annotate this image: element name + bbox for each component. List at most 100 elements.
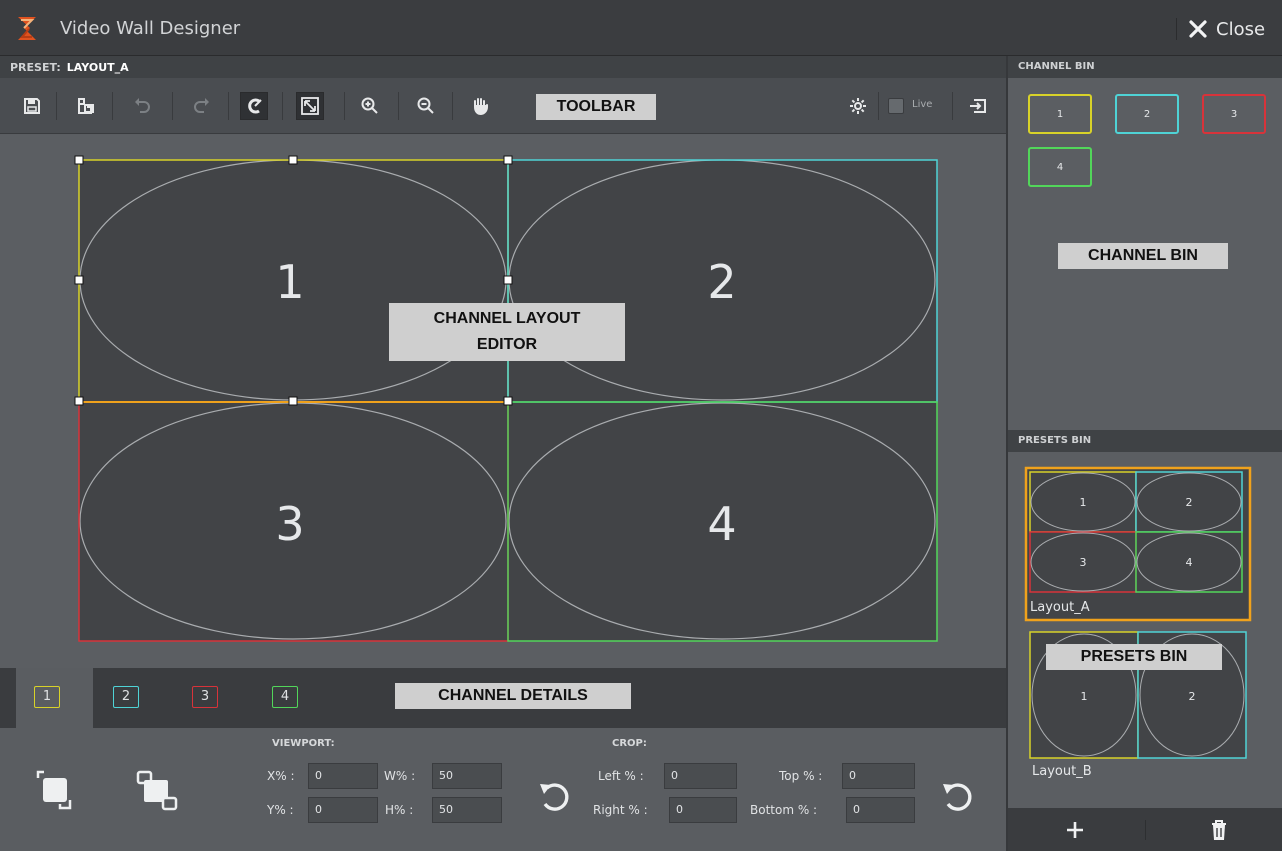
channel-bin-item-4[interactable]: 4 [1028, 147, 1092, 187]
w-label: W% : [384, 769, 416, 783]
resize-handle[interactable] [288, 396, 298, 406]
top-field[interactable]: 0 [842, 763, 915, 789]
right-field[interactable]: 0 [669, 797, 737, 823]
close-icon [1189, 20, 1207, 38]
fit-icon [301, 97, 319, 115]
channel-number-4: 4 [707, 497, 736, 551]
pan-icon [474, 98, 488, 116]
channel-bin-callout: CHANNEL BIN [1058, 243, 1228, 269]
toolbar-divider [172, 92, 173, 120]
editor-callout: CHANNEL LAYOUT EDITOR [389, 303, 625, 361]
y-field[interactable]: 0 [308, 797, 378, 823]
preset-b-cell-2: 2 [1189, 690, 1196, 703]
app-logo-icon [18, 17, 36, 40]
toolbar-divider [112, 92, 113, 120]
save-icon [24, 98, 40, 114]
editor-callout-line2: EDITOR [476, 336, 538, 353]
snap-button[interactable] [240, 92, 268, 120]
viewport-label: VIEWPORT: [272, 738, 335, 749]
live-checkbox[interactable] [888, 98, 904, 114]
presets-footer [1008, 808, 1282, 851]
footer-divider [1145, 820, 1146, 840]
presets-bin-header: PRESETS BIN [1008, 430, 1282, 452]
reset-crop-icon[interactable] [940, 780, 976, 816]
toolbar-divider [56, 92, 57, 120]
top-label: Top % : [779, 769, 823, 783]
resize-handle[interactable] [503, 155, 513, 165]
channel-bin-item-1[interactable]: 1 [1028, 94, 1092, 134]
trash-icon [1212, 820, 1226, 840]
plus-icon [1067, 822, 1083, 838]
title-divider [1176, 18, 1177, 40]
resize-handle[interactable] [288, 155, 298, 165]
channel-number-2: 2 [707, 255, 736, 309]
right-label: Right % : [593, 803, 648, 817]
preset-name-layout-a: Layout_A [1030, 600, 1090, 615]
toolbar-divider [398, 92, 399, 120]
x-field[interactable]: 0 [308, 763, 378, 789]
pan-button[interactable] [466, 92, 494, 120]
close-button[interactable]: Close [1188, 16, 1265, 42]
redo-button[interactable] [188, 92, 216, 120]
redo-icon [194, 98, 209, 113]
preset-a-cell-2: 2 [1186, 496, 1193, 509]
save-button[interactable] [18, 92, 46, 120]
add-preset-button[interactable] [1060, 816, 1090, 844]
preset-label: PRESET: [10, 61, 61, 74]
channel-details-panel: VIEWPORT: X% : 0 W% : 50 Y% : 0 H% : 50 … [0, 728, 1006, 851]
resize-handle[interactable] [503, 396, 513, 406]
export-button[interactable] [964, 92, 992, 120]
y-label: Y% : [267, 803, 294, 817]
channel-bin-item-2[interactable]: 2 [1115, 94, 1179, 134]
toolbar: TOOLBAR Live [0, 78, 1006, 134]
zoom-out-button[interactable] [412, 92, 440, 120]
zoom-in-button[interactable] [356, 92, 384, 120]
reset-viewport-icon[interactable] [537, 780, 573, 816]
channel-bin-item-3[interactable]: 3 [1202, 94, 1266, 134]
crop-label: CROP: [612, 738, 647, 749]
toolbar-divider [952, 92, 953, 120]
export-icon [970, 99, 986, 113]
right-panel: CHANNEL BIN 1 2 3 4 CHANNEL BIN PRESETS … [1006, 56, 1282, 851]
resize-handle[interactable] [503, 275, 513, 285]
resize-handle[interactable] [74, 155, 84, 165]
tab-channel-2[interactable]: 2 [113, 686, 139, 708]
app-window: Video Wall Designer Close PRESET: LAYOUT_… [0, 0, 1282, 851]
details-callout: CHANNEL DETAILS [395, 683, 631, 709]
resize-handle[interactable] [74, 275, 84, 285]
delete-preset-button[interactable] [1204, 816, 1234, 844]
bring-to-front-icon[interactable] [36, 770, 72, 810]
send-to-back-icon[interactable] [136, 770, 180, 812]
toolbar-callout: TOOLBAR [536, 94, 656, 120]
toolbar-divider [452, 92, 453, 120]
toolbar-divider [878, 92, 879, 120]
left-field[interactable]: 0 [664, 763, 737, 789]
tab-channel-4[interactable]: 4 [272, 686, 298, 708]
save-as-icon [78, 98, 94, 114]
left-label: Left % : [598, 769, 644, 783]
x-label: X% : [267, 769, 295, 783]
w-field[interactable]: 50 [432, 763, 502, 789]
tab-channel-1[interactable]: 1 [34, 686, 60, 708]
preset-thumbnail-layout-a[interactable]: 1 2 3 4 [1024, 466, 1252, 622]
zoom-out-icon [417, 97, 434, 114]
app-title: Video Wall Designer [60, 18, 241, 39]
channel-layout-editor[interactable]: 1 2 3 4 CHANNEL LAYOUT EDITOR [0, 135, 1006, 668]
settings-button[interactable] [844, 92, 872, 120]
layout-canvas: 1 2 3 4 [74, 155, 938, 642]
presets-bin-callout: PRESETS BIN [1046, 644, 1222, 670]
presets-bin: 1 2 3 4 Layout_A 1 2 Layout_B PRESETS BI… [1008, 452, 1282, 808]
resize-handle[interactable] [74, 396, 84, 406]
save-as-button[interactable] [72, 92, 100, 120]
tab-channel-3[interactable]: 3 [192, 686, 218, 708]
toolbar-divider [228, 92, 229, 120]
bottom-field[interactable]: 0 [846, 797, 915, 823]
preset-a-cell-1: 1 [1080, 496, 1087, 509]
fit-button[interactable] [296, 92, 324, 120]
close-label: Close [1216, 18, 1266, 40]
preset-name: LAYOUT_A [66, 61, 129, 74]
undo-button[interactable] [128, 92, 156, 120]
h-field[interactable]: 50 [432, 797, 502, 823]
zoom-in-icon [361, 97, 378, 114]
undo-icon [135, 98, 150, 113]
